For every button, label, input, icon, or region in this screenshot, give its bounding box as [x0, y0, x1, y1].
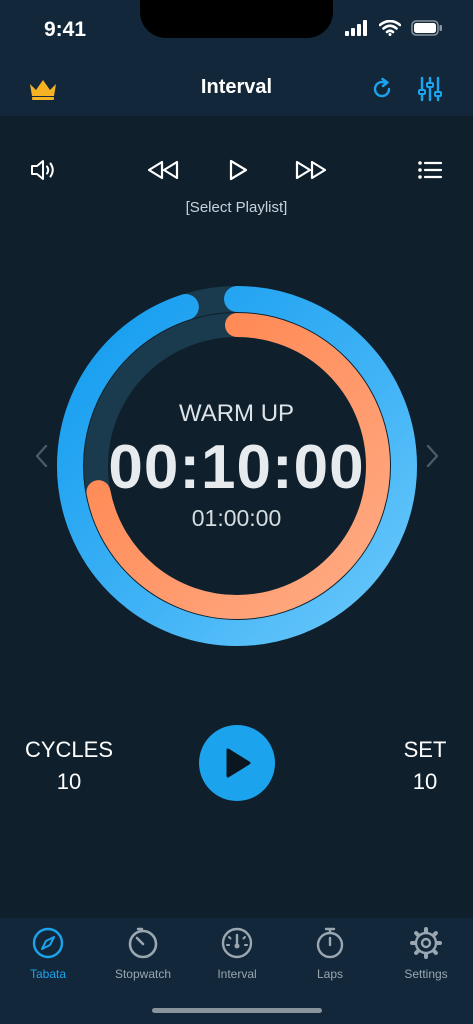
page-title: Interval	[200, 76, 273, 98]
device-notch	[140, 0, 333, 38]
timer-icon	[316, 927, 344, 959]
status-bar: 9:41	[0, 0, 473, 60]
refresh-icon[interactable]	[367, 74, 397, 104]
fast-forward-icon[interactable]	[293, 155, 329, 185]
home-indicator	[152, 1008, 322, 1013]
compass-icon	[32, 927, 64, 959]
gauge-icon	[221, 927, 253, 959]
status-time: 9:41	[44, 18, 87, 41]
current-time: 00:10:00	[108, 433, 365, 502]
stopwatch-icon	[128, 927, 158, 959]
cycles-value: 10	[56, 769, 82, 794]
wifi-icon	[379, 20, 401, 36]
list-icon[interactable]	[414, 155, 446, 185]
tab-label: Stopwatch	[114, 967, 172, 981]
gear-icon	[410, 927, 442, 959]
total-time: 01:00:00	[191, 505, 282, 531]
cycles-label: CYCLES	[24, 737, 114, 762]
tab-interval[interactable]: Interval	[190, 926, 284, 981]
tab-laps[interactable]: Laps	[283, 926, 377, 981]
tab-label: Interval	[217, 967, 257, 981]
tab-stopwatch[interactable]: Stopwatch	[96, 926, 190, 981]
play-icon	[226, 748, 251, 778]
set-stat: SET 10	[390, 737, 460, 795]
play-icon[interactable]	[224, 155, 252, 185]
speaker-icon[interactable]	[27, 154, 59, 186]
tab-label: Tabata	[29, 967, 67, 981]
battery-icon	[411, 20, 442, 36]
select-playlist-link[interactable]: [Select Playlist]	[0, 199, 473, 216]
set-value: 10	[412, 769, 438, 794]
phase-label: WARM UP	[178, 400, 295, 427]
status-icons	[345, 20, 443, 36]
signal-icon	[345, 20, 367, 36]
tab-label: Settings	[404, 967, 448, 981]
tab-settings[interactable]: Settings	[379, 926, 473, 981]
start-button[interactable]	[199, 725, 275, 801]
tab-tabata[interactable]: Tabata	[1, 926, 95, 981]
cycles-stat: CYCLES 10	[22, 737, 116, 795]
tab-label: Laps	[316, 967, 344, 981]
nav-bar: Interval	[0, 60, 473, 116]
set-label: SET	[403, 737, 447, 762]
sliders-icon[interactable]	[414, 73, 446, 105]
rewind-icon[interactable]	[145, 155, 181, 185]
